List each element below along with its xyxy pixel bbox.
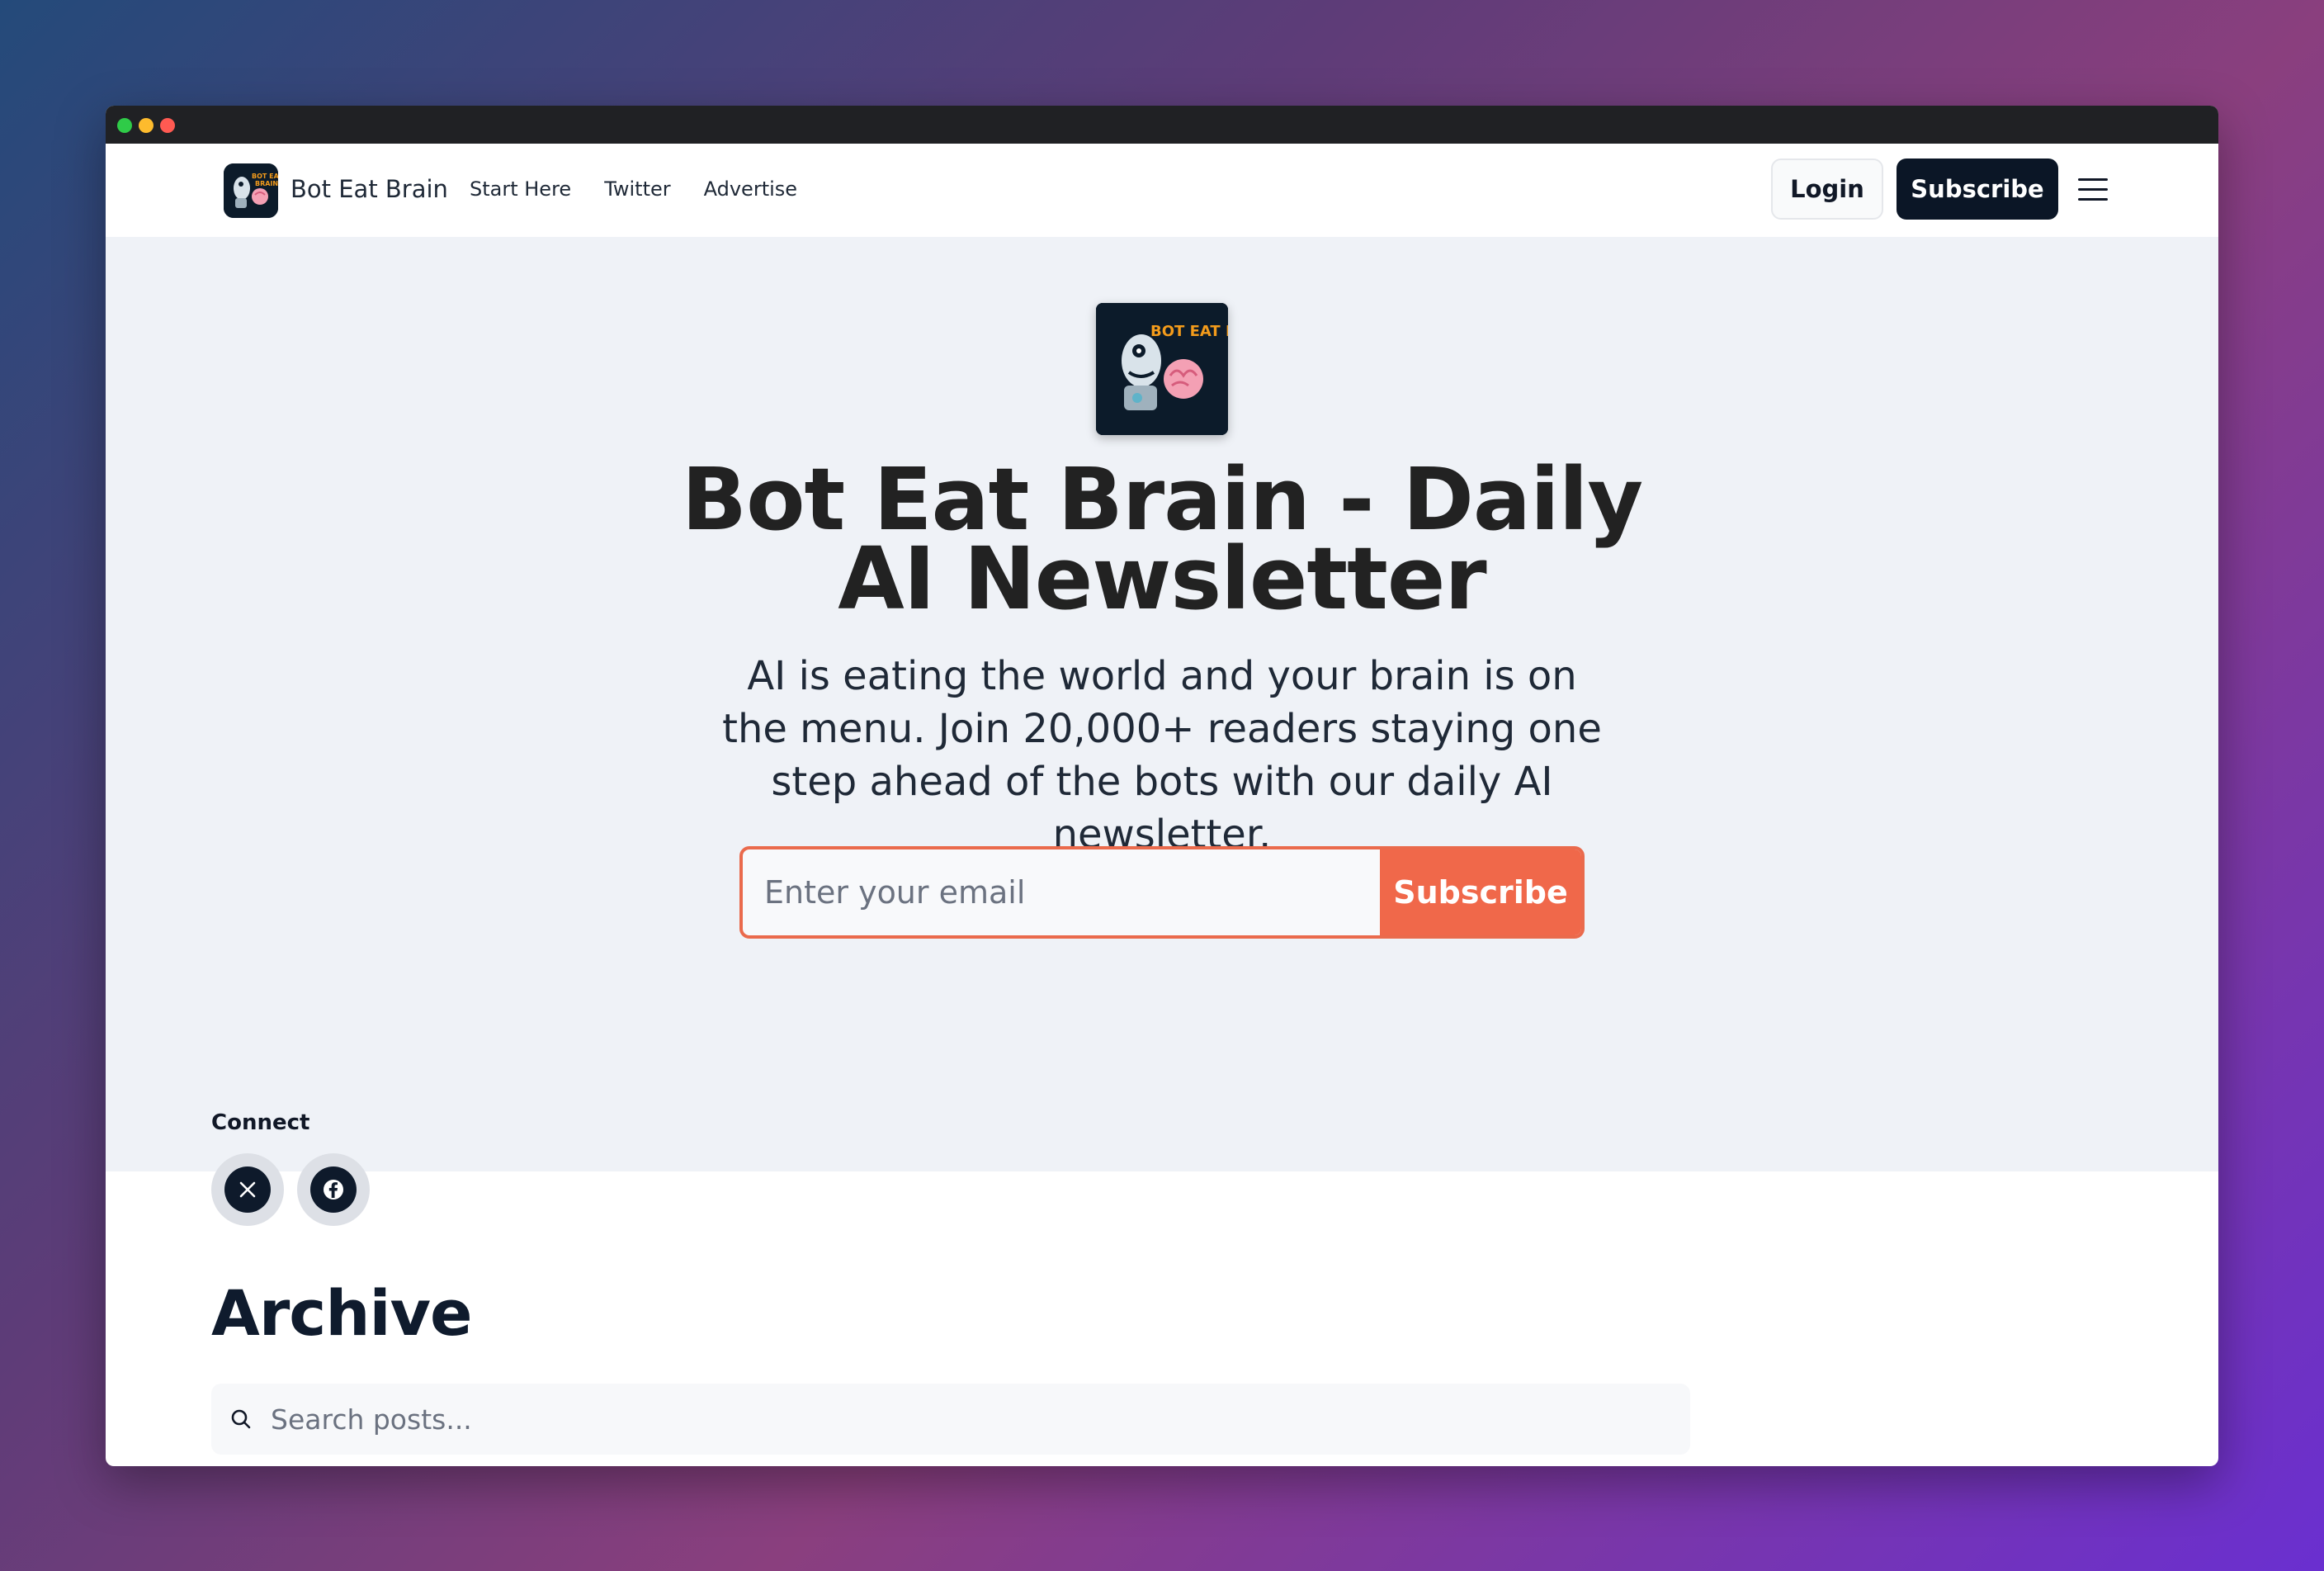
hero-title: Bot Eat Brain - Daily AI Newsletter xyxy=(681,449,1643,629)
nav-link-start-here[interactable]: Start Here xyxy=(470,177,571,201)
hero-subtitle: AI is eating the world and your brain is… xyxy=(722,653,1602,858)
window-minimize-button[interactable] xyxy=(139,118,154,133)
search-bar[interactable]: Search posts... xyxy=(211,1384,1690,1455)
hamburger-menu-icon[interactable] xyxy=(2078,178,2108,201)
email-input[interactable]: Enter your email xyxy=(743,849,1380,935)
window-close-button[interactable] xyxy=(160,118,175,133)
nav-link-twitter[interactable]: Twitter xyxy=(604,177,670,201)
brand-name[interactable]: Bot Eat Brain xyxy=(290,175,448,203)
search-input[interactable]: Search posts... xyxy=(271,1403,472,1436)
x-social-button[interactable] xyxy=(211,1153,284,1226)
robot-brain-logo-icon: BOT EAT BRAIN xyxy=(1096,303,1228,435)
nav-subscribe-button[interactable]: Subscribe xyxy=(1897,159,2058,220)
nav-links: Start Here Twitter Advertise xyxy=(470,177,797,201)
email-signup-form: Enter your email Subscribe xyxy=(739,846,1585,939)
hero-logo: BOT EAT BRAIN xyxy=(1096,303,1228,435)
hero-subscribe-button[interactable]: Subscribe xyxy=(1380,849,1581,935)
archive-heading: Archive xyxy=(211,1276,473,1350)
nav-link-advertise[interactable]: Advertise xyxy=(704,177,797,201)
login-button[interactable]: Login xyxy=(1771,159,1883,220)
logo-lettering: BOT EAT BRAIN xyxy=(1150,323,1228,340)
facebook-social-button[interactable] xyxy=(297,1153,370,1226)
window-maximize-button[interactable] xyxy=(117,118,132,133)
hero-section: BOT EAT BRAIN Bot Eat Brain - Daily AI N… xyxy=(106,237,2218,1226)
browser-window: BOT EAT BRAIN Bot Eat Brain Start Here T… xyxy=(106,106,2218,1466)
robot-brain-logo-icon: BOT EAT BRAIN xyxy=(224,163,278,218)
svg-text:BRAIN: BRAIN xyxy=(255,180,278,187)
facebook-icon xyxy=(310,1166,357,1213)
search-icon xyxy=(216,1384,266,1455)
connect-label: Connect xyxy=(211,1110,310,1135)
svg-text:BOT EAT: BOT EAT xyxy=(252,173,278,180)
window-titlebar xyxy=(106,106,2218,144)
top-navigation: BOT EAT BRAIN Bot Eat Brain Start Here T… xyxy=(106,144,2218,237)
x-icon xyxy=(224,1166,271,1213)
site-logo[interactable]: BOT EAT BRAIN xyxy=(224,163,278,218)
